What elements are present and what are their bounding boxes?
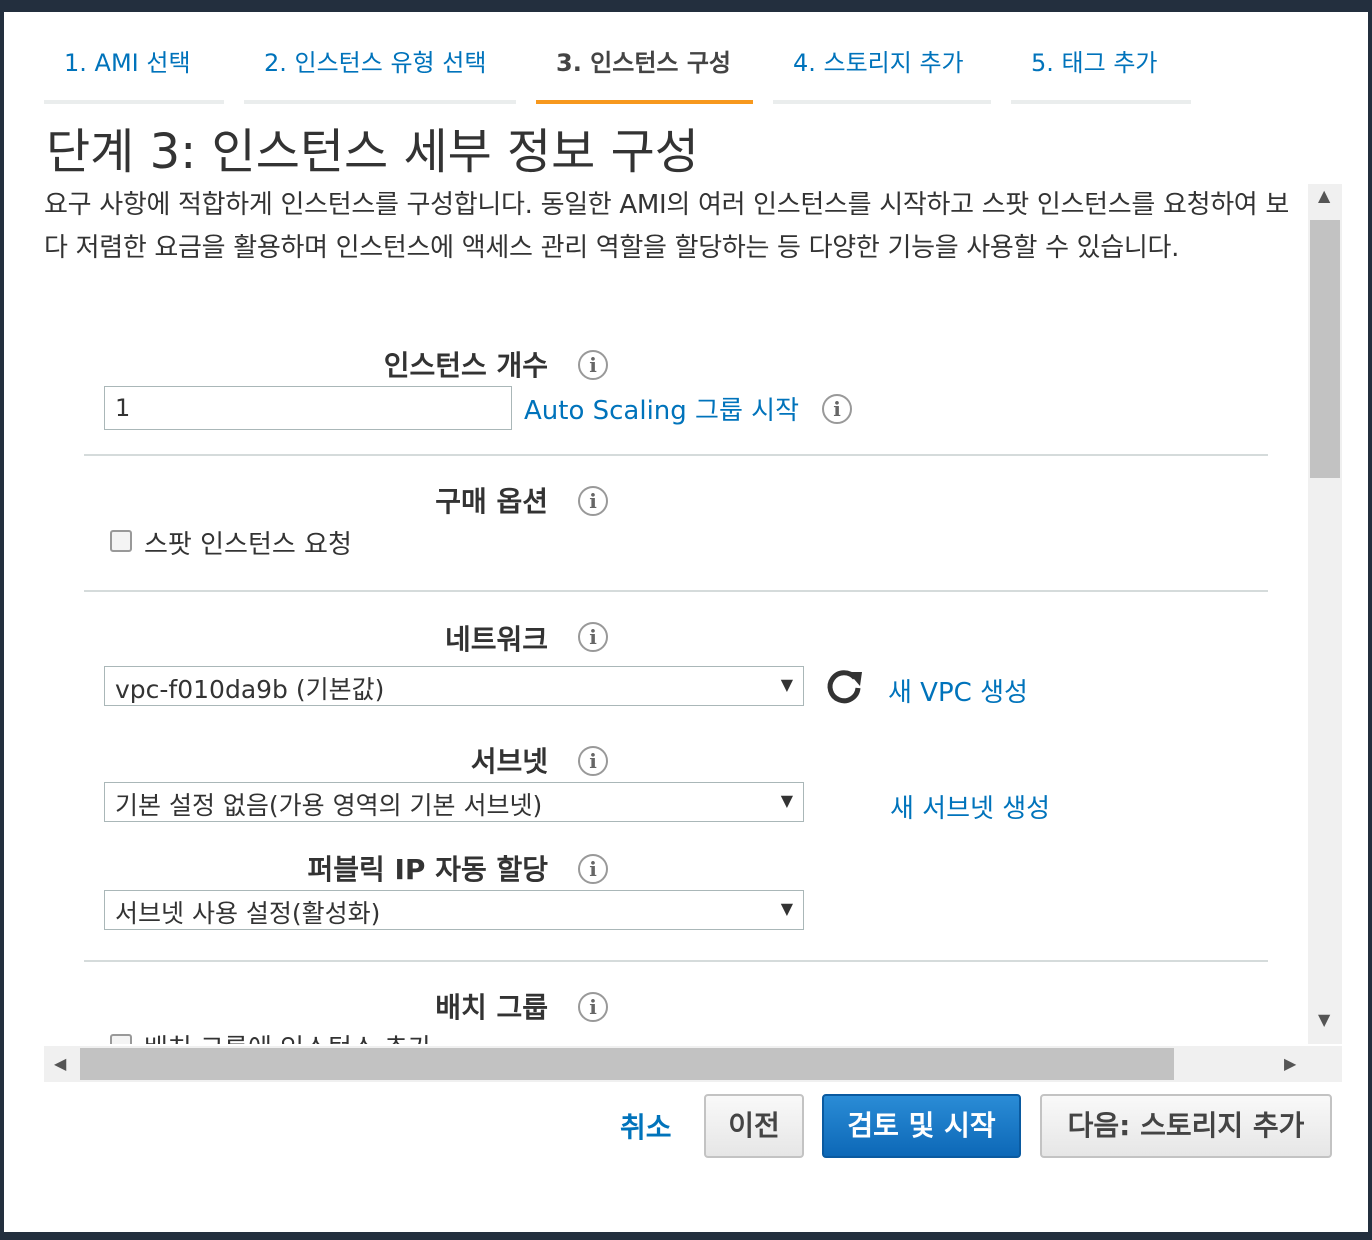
create-subnet-link[interactable]: 새 서브넷 생성 bbox=[890, 788, 1050, 825]
previous-button[interactable]: 이전 bbox=[704, 1094, 804, 1158]
tab-configure-instance[interactable]: 3. 인스턴스 구성 bbox=[536, 40, 753, 104]
instance-count-label: 인스턴스 개수 bbox=[383, 349, 548, 382]
purchase-option-label: 구매 옵션 bbox=[435, 485, 548, 518]
scroll-left-arrow-icon[interactable]: ◀ bbox=[54, 1056, 66, 1072]
spot-instance-checkbox[interactable] bbox=[110, 530, 132, 552]
refresh-icon[interactable] bbox=[824, 666, 864, 706]
horizontal-scroll-thumb[interactable] bbox=[80, 1048, 1174, 1080]
autoscaling-link[interactable]: Auto Scaling 그룹 시작 bbox=[524, 390, 799, 427]
placement-group-checkbox[interactable] bbox=[110, 1034, 132, 1044]
spot-instance-label: 스팟 인스턴스 요청 bbox=[144, 530, 352, 560]
scroll-up-arrow-icon[interactable]: ▲ bbox=[1318, 188, 1330, 204]
chevron-down-icon: ▼ bbox=[780, 675, 793, 694]
create-vpc-link[interactable]: 새 VPC 생성 bbox=[888, 672, 1028, 709]
public-ip-label: 퍼블릭 IP 자동 할당 bbox=[307, 853, 548, 886]
scroll-right-arrow-icon[interactable]: ▶ bbox=[1284, 1056, 1296, 1072]
subnet-label: 서브넷 bbox=[470, 745, 548, 778]
network-select-value: vpc-f010da9b (기본값) bbox=[115, 675, 385, 704]
tab-add-tags[interactable]: 5. 태그 추가 bbox=[1011, 40, 1191, 104]
info-icon[interactable]: i bbox=[822, 394, 852, 424]
subnet-select-value: 기본 설정 없음(가용 영역의 기본 서브넷) bbox=[115, 791, 543, 820]
divider bbox=[84, 960, 1268, 962]
info-icon[interactable]: i bbox=[578, 992, 608, 1022]
info-icon[interactable]: i bbox=[578, 622, 608, 652]
network-label: 네트워크 bbox=[444, 623, 548, 656]
vertical-scroll-thumb[interactable] bbox=[1310, 220, 1340, 478]
review-and-launch-button[interactable]: 검토 및 시작 bbox=[822, 1094, 1021, 1158]
network-select[interactable]: vpc-f010da9b (기본값) ▼ bbox=[104, 666, 804, 706]
scroll-down-arrow-icon[interactable]: ▼ bbox=[1318, 1012, 1330, 1028]
instance-count-input[interactable] bbox=[104, 386, 512, 430]
divider bbox=[84, 454, 1268, 456]
divider bbox=[84, 590, 1268, 592]
public-ip-select[interactable]: 서브넷 사용 설정(활성화) ▼ bbox=[104, 890, 804, 930]
info-icon[interactable]: i bbox=[578, 854, 608, 884]
info-icon[interactable]: i bbox=[578, 350, 608, 380]
tab-choose-ami[interactable]: 1. AMI 선택 bbox=[44, 40, 224, 104]
cancel-link[interactable]: 취소 bbox=[620, 1106, 672, 1146]
form-scroll-panel[interactable]: 요구 사항에 적합하게 인스턴스를 구성합니다. 동일한 AMI의 여러 인스턴… bbox=[44, 184, 1342, 1044]
public-ip-select-value: 서브넷 사용 설정(활성화) bbox=[115, 899, 381, 928]
page-title: 단계 3: 인스턴스 세부 정보 구성 bbox=[46, 124, 699, 180]
placement-group-label: 배치 그룹 bbox=[435, 991, 548, 1024]
info-icon[interactable]: i bbox=[578, 746, 608, 776]
chevron-down-icon: ▼ bbox=[780, 791, 793, 810]
tab-choose-instance-type[interactable]: 2. 인스턴스 유형 선택 bbox=[244, 40, 516, 104]
next-add-storage-button[interactable]: 다음: 스토리지 추가 bbox=[1040, 1094, 1332, 1158]
tab-add-storage[interactable]: 4. 스토리지 추가 bbox=[773, 40, 991, 104]
info-icon[interactable]: i bbox=[578, 486, 608, 516]
placement-group-checkbox-label: 배치 그룹에 인스턴스 추가 bbox=[144, 1028, 432, 1044]
subnet-select[interactable]: 기본 설정 없음(가용 영역의 기본 서브넷) ▼ bbox=[104, 782, 804, 822]
page-description: 요구 사항에 적합하게 인스턴스를 구성합니다. 동일한 AMI의 여러 인스턴… bbox=[44, 190, 1290, 263]
launch-wizard-dialog: 1. AMI 선택 2. 인스턴스 유형 선택 3. 인스턴스 구성 4. 스토… bbox=[4, 12, 1368, 1232]
chevron-down-icon: ▼ bbox=[780, 899, 793, 918]
